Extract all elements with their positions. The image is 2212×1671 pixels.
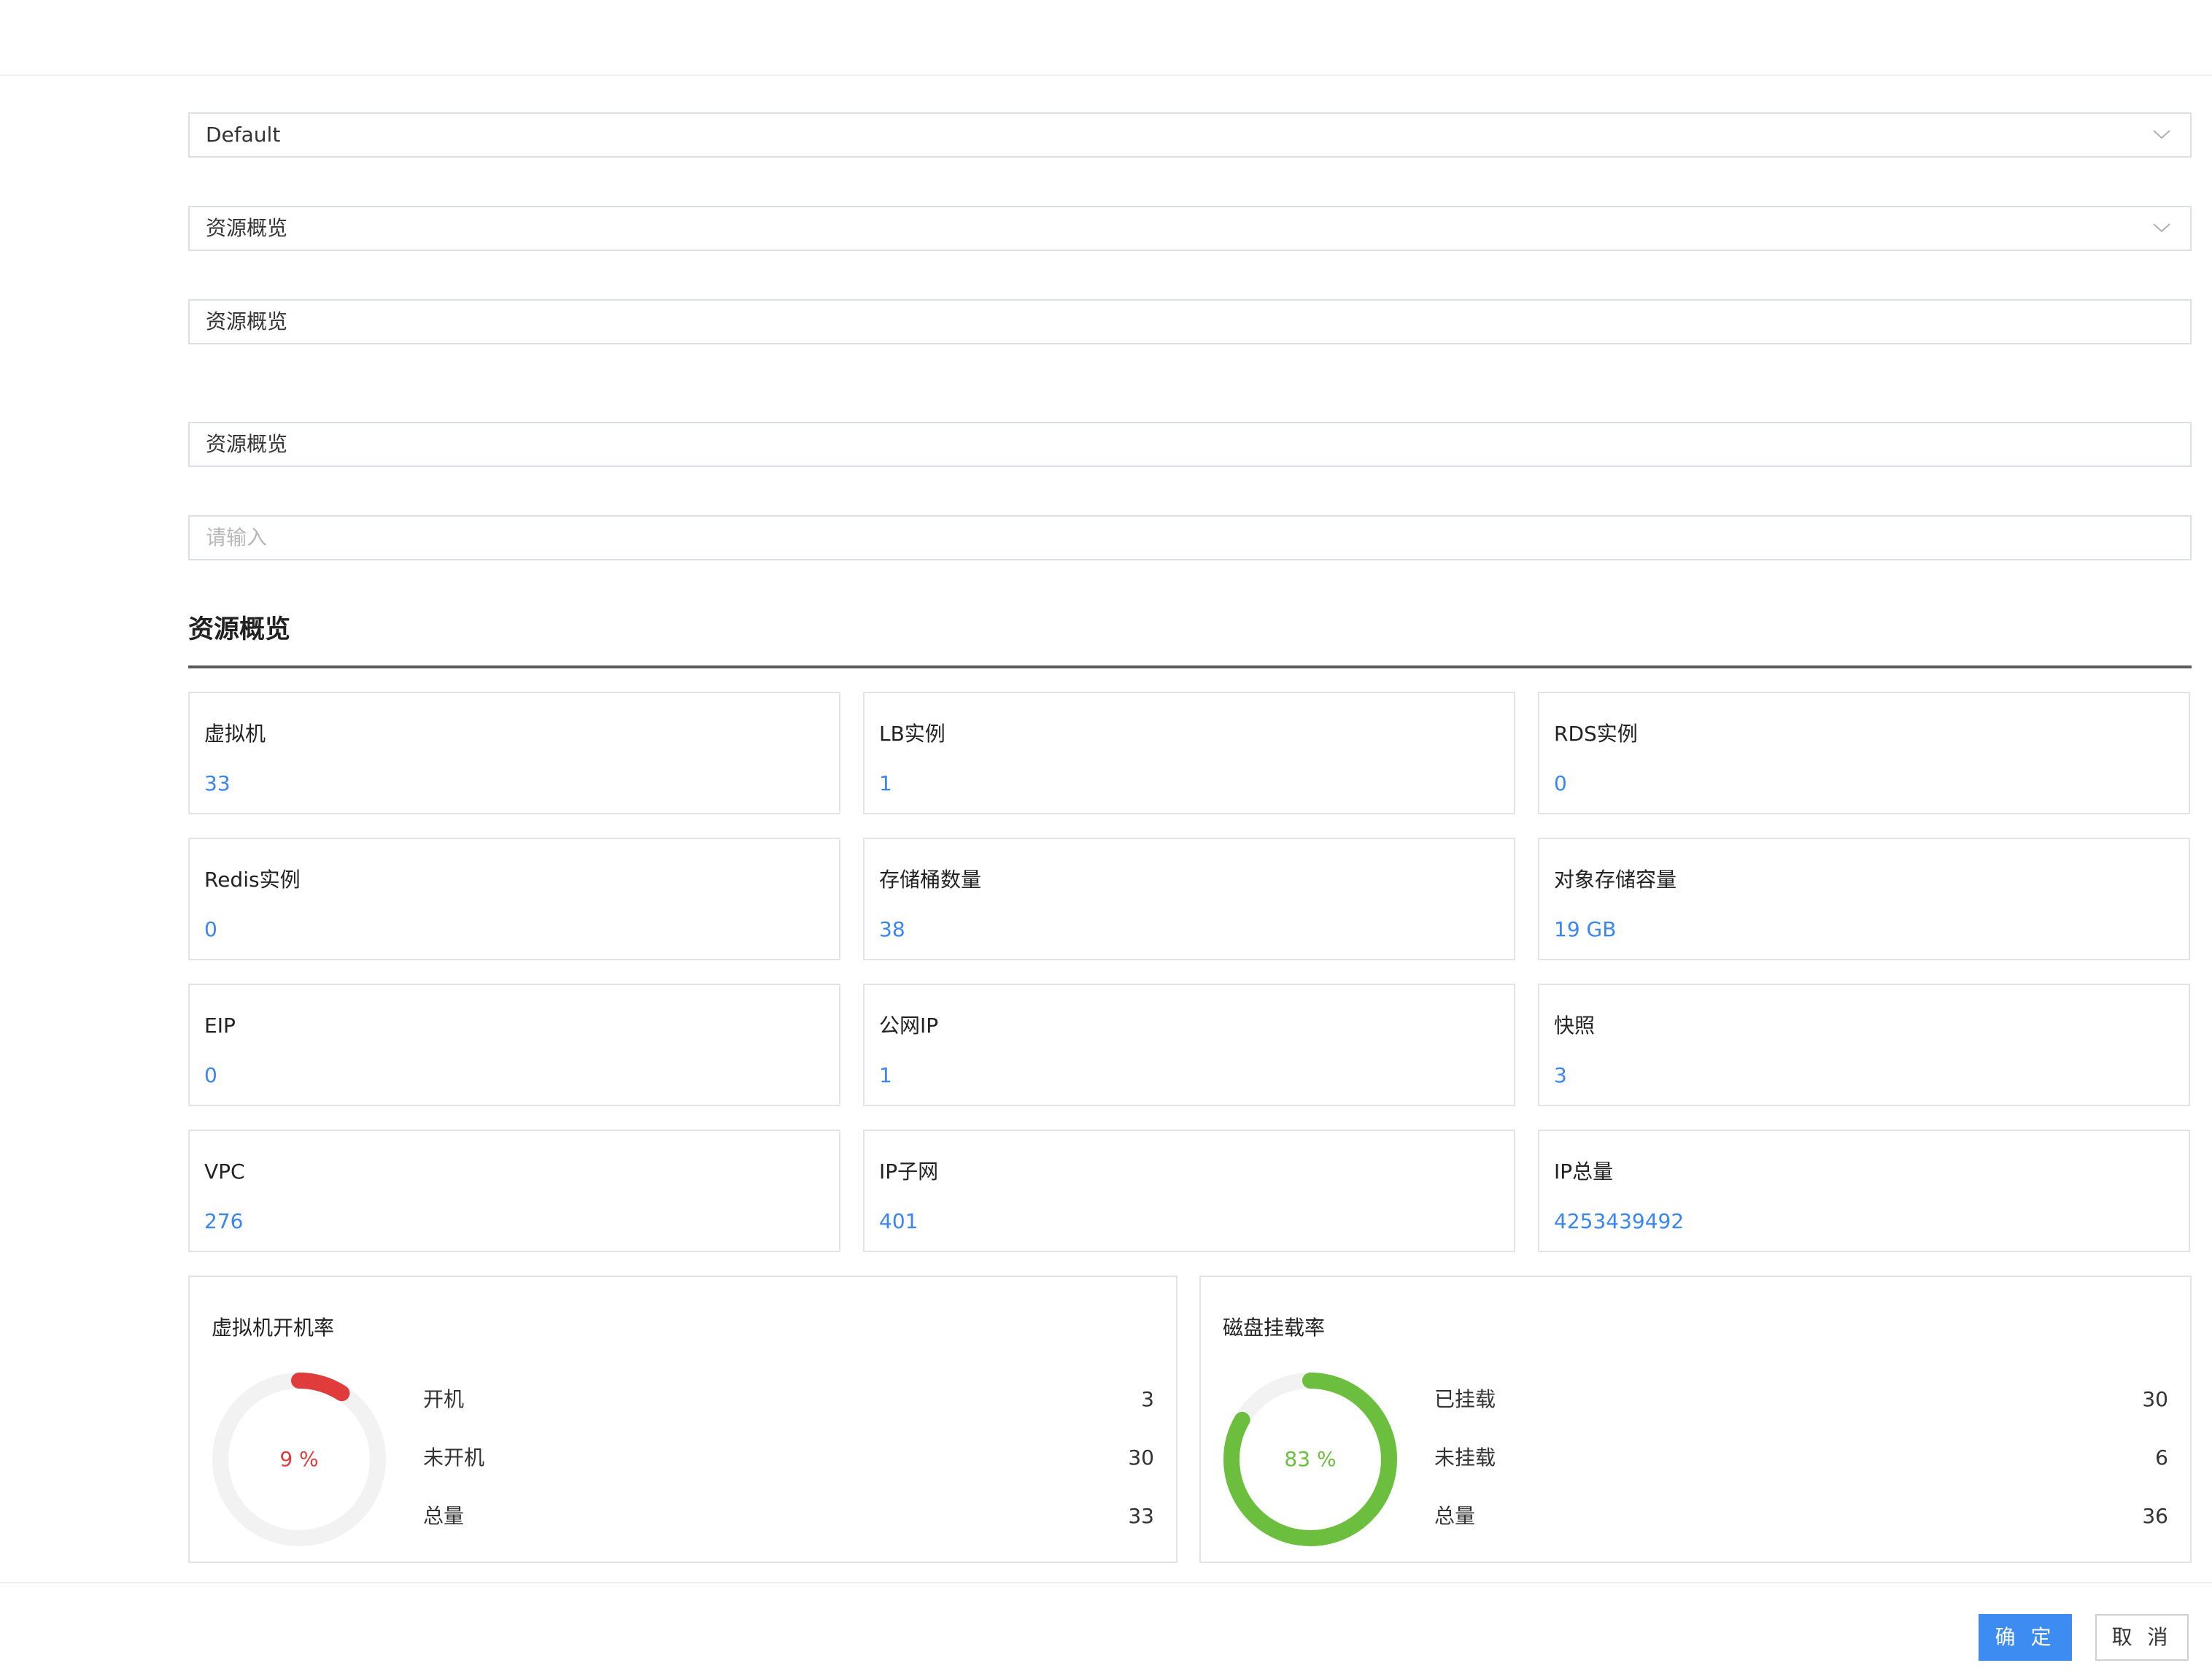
stat-value[interactable]: 401 (879, 1207, 918, 1236)
vm-power-rate-title: 虚拟机开机率 (212, 1316, 335, 1340)
stat-value[interactable]: 0 (1554, 769, 1567, 798)
stat-label: 虚拟机 (204, 722, 266, 746)
extra-input-placeholder: 请输入 (206, 525, 268, 549)
legend-label-total: 总量 (1434, 1504, 1476, 1528)
stat-label: 对象存储容量 (1554, 868, 1677, 892)
title-input-value: 资源概览 (206, 432, 288, 456)
stat-value[interactable]: 276 (204, 1207, 243, 1236)
stat-label: IP子网 (879, 1159, 939, 1184)
name-input-value: 资源概览 (206, 309, 288, 333)
stat-label: VPC (204, 1159, 245, 1184)
name-input[interactable]: 资源概览 (188, 299, 2192, 344)
stat-card: RDS实例 0 (1538, 692, 2190, 814)
project-select-value: Default (206, 123, 281, 147)
stat-value[interactable]: 0 (204, 915, 217, 944)
stat-card: 虚拟机 33 (188, 692, 840, 814)
legend-value-powered-off: 30 (1128, 1446, 1154, 1470)
title-input[interactable]: 资源概览 (188, 422, 2192, 467)
stat-label: LB实例 (879, 722, 945, 746)
stat-card: VPC 276 (188, 1130, 840, 1252)
stat-value[interactable]: 1 (879, 769, 892, 798)
legend-label-total: 总量 (423, 1504, 465, 1528)
disk-mount-percent: 83 % (1284, 1447, 1337, 1471)
stat-label: RDS实例 (1554, 722, 1638, 746)
stat-value[interactable]: 38 (879, 915, 905, 944)
footer-divider (0, 1582, 2212, 1583)
chevron-down-icon (2153, 223, 2170, 233)
stat-card: 存储桶数量 38 (863, 838, 1515, 960)
legend-value-total: 33 (1128, 1504, 1154, 1528)
legend-value-mounted: 30 (2142, 1387, 2168, 1411)
chevron-down-icon (2153, 130, 2170, 139)
dashboard-select-value: 资源概览 (206, 216, 288, 240)
stat-value[interactable]: 4253439492 (1554, 1207, 1684, 1236)
stat-card: IP总量 4253439492 (1538, 1130, 2190, 1252)
stat-value[interactable]: 33 (204, 769, 231, 798)
vm-power-rate-card: 虚拟机开机率 9 % 开机 3 未开机 30 总量 33 (188, 1276, 1177, 1563)
confirm-button[interactable]: 确 定 (1979, 1614, 2072, 1661)
stat-label: 公网IP (879, 1014, 939, 1038)
stat-card: 对象存储容量 19 GB (1538, 838, 2190, 960)
stat-card: IP子网 401 (863, 1130, 1515, 1252)
stat-card: LB实例 1 (863, 692, 1515, 814)
extra-input[interactable]: 请输入 (188, 515, 2192, 560)
stat-label: 快照 (1554, 1014, 1596, 1038)
legend-label-mounted: 已挂载 (1434, 1387, 1496, 1411)
stat-label: EIP (204, 1014, 236, 1038)
stat-card: 公网IP 1 (863, 984, 1515, 1106)
project-select[interactable]: Default (188, 112, 2192, 158)
dashboard-select[interactable]: 资源概览 (188, 206, 2192, 251)
vm-power-percent: 9 % (279, 1447, 319, 1471)
legend-value-total: 36 (2142, 1504, 2168, 1528)
legend-value-powered-on: 3 (1141, 1387, 1154, 1411)
stat-value[interactable]: 3 (1554, 1061, 1567, 1090)
section-divider (188, 665, 2192, 668)
legend-value-unmounted: 6 (2155, 1446, 2168, 1470)
stat-value[interactable]: 19 GB (1554, 915, 1616, 944)
top-divider (0, 74, 2212, 76)
legend-label-powered-off: 未开机 (423, 1446, 485, 1470)
cancel-button[interactable]: 取 消 (2095, 1614, 2189, 1661)
stat-card: 快照 3 (1538, 984, 2190, 1106)
stat-card: Redis实例 0 (188, 838, 840, 960)
stat-label: 存储桶数量 (879, 868, 982, 892)
disk-mount-rate-title: 磁盘挂载率 (1223, 1316, 1326, 1340)
legend-label-unmounted: 未挂载 (1434, 1446, 1496, 1470)
stat-value[interactable]: 1 (879, 1061, 892, 1090)
stat-card: EIP 0 (188, 984, 840, 1106)
stat-label: IP总量 (1554, 1159, 1614, 1184)
legend-label-powered-on: 开机 (423, 1387, 465, 1411)
section-title: 资源概览 (188, 615, 291, 644)
disk-mount-rate-card: 磁盘挂载率 83 % 已挂载 30 未挂载 6 总量 36 (1199, 1276, 2192, 1563)
stat-label: Redis实例 (204, 868, 301, 892)
stat-value[interactable]: 0 (204, 1061, 217, 1090)
